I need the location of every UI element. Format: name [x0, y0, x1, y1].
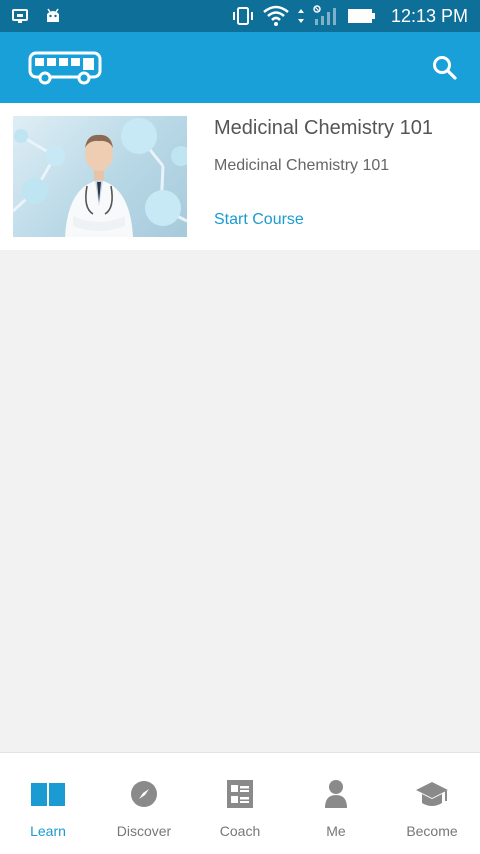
nav-item-coach[interactable]: Coach: [192, 753, 288, 854]
bottom-nav: Learn Discover Coach Me Become: [0, 752, 480, 854]
nav-label-coach: Coach: [219, 823, 261, 839]
wifi-icon: [263, 5, 289, 27]
course-card[interactable]: Medicinal Chemistry 101 Medicinal Chemis…: [0, 103, 480, 250]
android-icon: [44, 8, 62, 24]
graduation-cap-icon: [414, 779, 450, 809]
status-bar: 12:13 PM: [0, 0, 480, 32]
nav-label-me: Me: [326, 823, 346, 839]
nav-item-discover[interactable]: Discover: [96, 753, 192, 854]
compass-icon: [126, 779, 162, 809]
status-time: 12:13 PM: [390, 5, 468, 26]
data-arrows-icon: [297, 8, 305, 24]
start-course-link[interactable]: Start Course: [214, 210, 433, 230]
usb-icon: [12, 8, 30, 24]
person-icon: [318, 779, 354, 809]
search-icon[interactable]: [432, 55, 458, 81]
nav-item-me[interactable]: Me: [288, 753, 384, 854]
nav-item-learn[interactable]: Learn: [0, 753, 96, 854]
course-thumbnail-image[interactable]: [13, 116, 187, 237]
nav-label-learn: Learn: [30, 823, 66, 839]
battery-icon: [347, 7, 377, 25]
vibrate-icon: [231, 6, 255, 26]
course-title[interactable]: Medicinal Chemistry 101: [214, 116, 433, 140]
book-icon: [30, 779, 66, 809]
checklist-icon: [222, 779, 258, 809]
course-subtitle: Medicinal Chemistry 101: [214, 157, 390, 174]
nav-item-become[interactable]: Become: [384, 753, 480, 854]
signal-icon: [313, 5, 339, 27]
bus-logo-icon[interactable]: [28, 50, 102, 86]
nav-label-become: Become: [406, 823, 458, 839]
app-bar: [0, 32, 480, 103]
nav-label-discover: Discover: [116, 823, 172, 839]
